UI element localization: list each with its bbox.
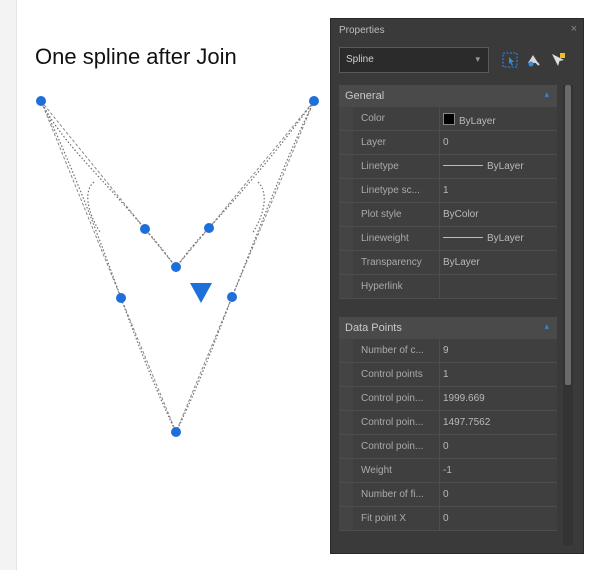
grip xyxy=(171,262,181,272)
property-name: Layer xyxy=(361,137,387,148)
grip xyxy=(204,223,214,233)
property-row-number-of-fit-points[interactable]: Number of fi... 0 xyxy=(339,483,557,507)
property-name: Control poin... xyxy=(361,441,424,452)
scrollbar-thumb[interactable] xyxy=(565,85,571,385)
property-name: Linetype xyxy=(361,161,399,172)
property-row-control-point-z[interactable]: Control poin... 0 xyxy=(339,435,557,459)
property-value: ByColor xyxy=(443,209,479,220)
property-value: 9 xyxy=(443,345,449,356)
section-general-label: General xyxy=(345,90,385,102)
color-swatch-icon xyxy=(443,113,455,125)
property-name: Linetype sc... xyxy=(361,185,420,196)
section-data-points[interactable]: Data Points ▴ xyxy=(339,317,557,339)
property-row-weight[interactable]: Weight -1 xyxy=(339,459,557,483)
property-value: ByLayer xyxy=(487,233,524,244)
property-row-transparency[interactable]: Transparency ByLayer xyxy=(339,251,557,275)
property-value: 1 xyxy=(443,185,449,196)
grip xyxy=(116,293,126,303)
toggle-pickadd-icon[interactable] xyxy=(549,51,567,69)
grip xyxy=(227,292,237,302)
grip xyxy=(36,96,46,106)
property-value: 0 xyxy=(443,513,449,524)
object-type-select[interactable]: Spline ▾ xyxy=(339,47,489,73)
collapse-icon[interactable]: ▴ xyxy=(544,321,549,332)
palette-scrollbar[interactable] xyxy=(563,85,573,545)
lineweight-sample-icon xyxy=(443,237,483,238)
property-row-hyperlink[interactable]: Hyperlink xyxy=(339,275,557,299)
property-row-color[interactable]: Color ByLayer xyxy=(339,107,557,131)
select-objects-icon[interactable] xyxy=(501,51,519,69)
object-type-value: Spline xyxy=(346,54,374,65)
property-value: 1 xyxy=(443,369,449,380)
control-point-grips xyxy=(36,96,319,437)
data-point-rows: Number of c... 9 Control points 1 Contro… xyxy=(339,339,557,531)
linetype-sample-icon xyxy=(443,165,483,166)
direction-grip-icon xyxy=(190,283,212,303)
property-name: Control poin... xyxy=(361,393,424,404)
property-value: 0 xyxy=(443,489,449,500)
property-name: Plot style xyxy=(361,209,402,220)
close-icon[interactable]: × xyxy=(571,23,577,35)
property-value: 0 xyxy=(443,137,449,148)
property-name: Control poin... xyxy=(361,417,424,428)
properties-palette: Properties × Spline ▾ General ▴ Color By… xyxy=(330,18,584,554)
property-row-layer[interactable]: Layer 0 xyxy=(339,131,557,155)
property-name: Number of fi... xyxy=(361,489,424,500)
spline-drawing[interactable] xyxy=(0,0,330,570)
property-name: Weight xyxy=(361,465,392,476)
section-general[interactable]: General ▴ xyxy=(339,85,557,107)
property-name: Hyperlink xyxy=(361,281,403,292)
property-name: Fit point X xyxy=(361,513,407,524)
property-name: Transparency xyxy=(361,257,422,268)
property-row-control-points[interactable]: Control points 1 xyxy=(339,363,557,387)
grip xyxy=(309,96,319,106)
property-name: Number of c... xyxy=(361,345,424,356)
property-row-control-point-y[interactable]: Control poin... 1497.7562 xyxy=(339,411,557,435)
property-row-lineweight[interactable]: Lineweight ByLayer xyxy=(339,227,557,251)
palette-title: Properties xyxy=(339,25,385,36)
property-value: 0 xyxy=(443,441,449,452)
property-value: ByLayer xyxy=(459,116,496,127)
quick-select-icon[interactable] xyxy=(525,51,543,69)
property-value: ByLayer xyxy=(487,161,524,172)
property-value: -1 xyxy=(443,465,452,476)
property-row-control-point-x[interactable]: Control poin... 1999.669 xyxy=(339,387,557,411)
chevron-down-icon: ▾ xyxy=(475,54,480,64)
property-value: ByLayer xyxy=(443,257,480,268)
property-name: Control points xyxy=(361,369,423,380)
property-row-linetype-scale[interactable]: Linetype sc... 1 xyxy=(339,179,557,203)
section-data-points-label: Data Points xyxy=(345,322,402,334)
property-row-number-of-control-points[interactable]: Number of c... 9 xyxy=(339,339,557,363)
general-rows: Color ByLayer Layer 0 Linetype ByLayer L… xyxy=(339,107,557,299)
spline-inner-loop-right xyxy=(251,181,265,235)
property-row-linetype[interactable]: Linetype ByLayer xyxy=(339,155,557,179)
grip xyxy=(140,224,150,234)
collapse-icon[interactable]: ▴ xyxy=(544,89,549,100)
grip xyxy=(171,427,181,437)
property-row-fit-point-x[interactable]: Fit point X 0 xyxy=(339,507,557,531)
property-row-plot-style[interactable]: Plot style ByColor xyxy=(339,203,557,227)
property-value: 1999.669 xyxy=(443,393,485,404)
property-name: Color xyxy=(361,113,385,124)
control-polygon xyxy=(40,100,315,268)
property-name: Lineweight xyxy=(361,233,409,244)
property-value: 1497.7562 xyxy=(443,417,491,428)
